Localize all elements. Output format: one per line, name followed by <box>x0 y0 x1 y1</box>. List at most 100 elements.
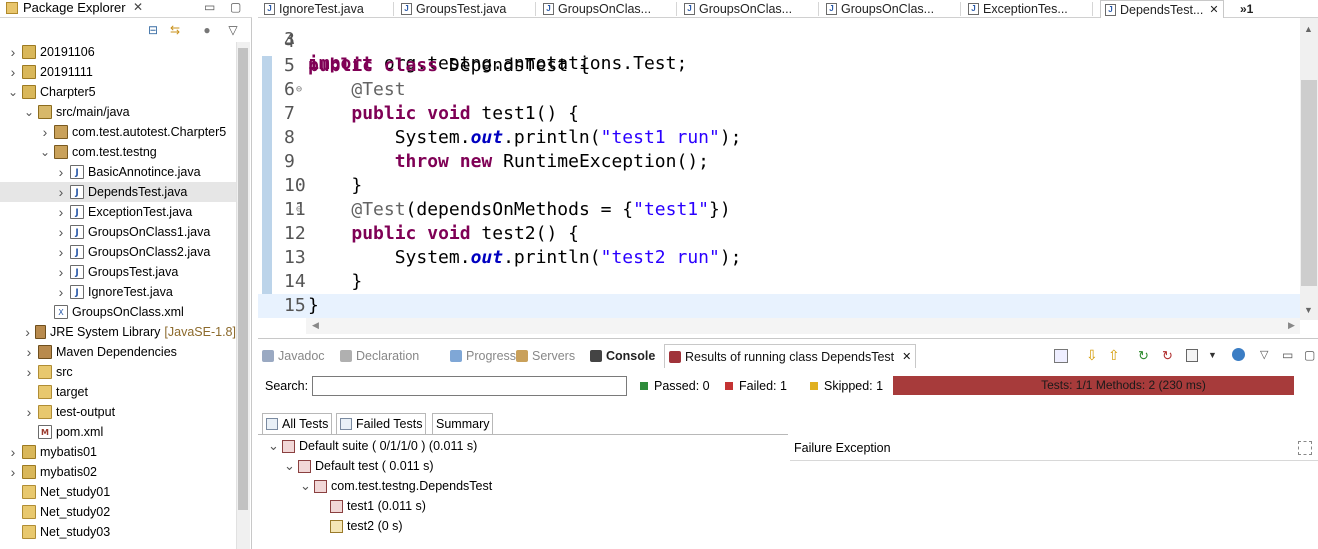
tree-item[interactable]: › J GroupsTest.java <box>0 262 236 282</box>
code-line[interactable]: 9 throw new RuntimeException(); <box>258 150 1300 174</box>
code-line[interactable]: 10 } <box>258 174 1300 198</box>
tree-item[interactable]: › J IgnoreTest.java <box>0 282 236 302</box>
chevron-down-icon[interactable]: ⌄ <box>268 436 282 456</box>
globe-icon[interactable] <box>1232 348 1245 361</box>
result-tree-item[interactable]: ⌄ Default test ( 0.011 s) <box>284 456 434 476</box>
tree-item[interactable]: › Maven Dependencies <box>0 342 236 362</box>
code-line[interactable]: 13 System.out.println("test2 run"); <box>258 246 1300 270</box>
history-dropdown-icon[interactable]: ▼ <box>1208 350 1217 360</box>
tree-item[interactable]: ⌄ src/main/java <box>0 102 236 122</box>
code-line[interactable]: 11 ⊖ @Test(dependsOnMethods = {"test1"}) <box>258 198 1300 222</box>
chevron-down-icon[interactable]: ⌄ <box>300 476 314 496</box>
previous-failure-icon[interactable]: ⇧ <box>1108 347 1120 364</box>
chevron-down-icon[interactable]: ⌄ <box>284 456 298 476</box>
tree-item[interactable]: › 20191106 <box>0 42 236 62</box>
chevron-right-icon[interactable]: › <box>8 42 18 62</box>
tree-item[interactable]: › mybatis01 <box>0 442 236 462</box>
chevron-right-icon[interactable]: › <box>24 322 31 342</box>
tree-item[interactable]: › JRE System Library [JavaSE-1.8] <box>0 322 236 342</box>
maximize-icon[interactable]: ▢ <box>230 0 241 14</box>
chevron-right-icon[interactable]: › <box>56 162 66 182</box>
chevron-right-icon[interactable]: › <box>56 282 66 302</box>
chevron-right-icon[interactable]: › <box>56 242 66 262</box>
results-subtab[interactable]: Failed Tests <box>336 413 427 434</box>
tree-item[interactable]: Mpom.xml <box>0 422 236 442</box>
scroll-left-icon[interactable]: ◀ <box>312 320 319 331</box>
copy-stack-icon[interactable] <box>1298 441 1312 455</box>
chevron-right-icon[interactable]: › <box>8 442 18 462</box>
tree-item[interactable]: › src <box>0 362 236 382</box>
code-line[interactable]: 14 } <box>258 270 1300 294</box>
focus-icon[interactable]: ● <box>200 24 214 36</box>
chevron-right-icon[interactable]: › <box>8 462 18 482</box>
results-subtab[interactable]: All Tests <box>262 413 333 434</box>
bottom-tab[interactable]: Results of running class DependsTest ✕ <box>664 344 917 369</box>
code-line[interactable]: 12 public void test2() { <box>258 222 1300 246</box>
chevron-right-icon[interactable]: › <box>56 182 66 202</box>
tree-item[interactable]: › 20191111 <box>0 62 236 82</box>
code-line[interactable]: 6 ⊖ @Test <box>258 78 1300 102</box>
scroll-down-icon[interactable]: ▼ <box>1304 305 1313 315</box>
chevron-right-icon[interactable]: › <box>56 262 66 282</box>
code-line[interactable]: 7 public void test1() { <box>258 102 1300 126</box>
code-line[interactable]: 15} <box>258 294 1300 318</box>
minimize-icon[interactable]: ▭ <box>204 0 215 14</box>
chevron-right-icon[interactable]: › <box>24 342 34 362</box>
chevron-right-icon[interactable]: › <box>56 222 66 242</box>
tree-item[interactable]: › J ExceptionTest.java <box>0 202 236 222</box>
collapse-all-icon[interactable]: ⊟ <box>146 24 160 36</box>
tree-item[interactable]: › J BasicAnnotince.java <box>0 162 236 182</box>
tree-item[interactable]: ⌄ Charpter5 <box>0 82 236 102</box>
results-subtab[interactable]: Summary <box>432 413 494 434</box>
bottom-tab[interactable]: Console <box>590 344 655 368</box>
bottom-tab[interactable]: Progress <box>450 344 516 368</box>
clear-results-icon[interactable] <box>1054 349 1068 363</box>
editor-horizontal-scrollbar[interactable] <box>306 318 1300 334</box>
tree-item[interactable]: › J GroupsOnClass1.java <box>0 222 236 242</box>
rerun-failed-icon[interactable]: ↻ <box>1162 348 1173 364</box>
tree-item[interactable]: Net_study01 <box>0 482 236 502</box>
chevron-right-icon[interactable]: › <box>24 402 34 422</box>
chevron-down-icon[interactable]: ⌄ <box>24 102 34 122</box>
code-line[interactable]: 4 <box>258 30 1300 54</box>
maximize-icon[interactable]: ▢ <box>1304 348 1315 362</box>
search-input[interactable] <box>312 376 627 396</box>
chevron-right-icon[interactable]: › <box>8 62 18 82</box>
scroll-up-icon[interactable]: ▲ <box>1304 24 1313 34</box>
chevron-down-icon[interactable]: ⌄ <box>8 82 18 102</box>
package-explorer-tab[interactable]: Package Explorer ✕ ▭ ▢ <box>0 0 252 18</box>
tree-item[interactable]: › test-output <box>0 402 236 422</box>
bottom-tab[interactable]: Declaration <box>340 344 419 368</box>
editor-vertical-scroll-thumb[interactable] <box>1301 80 1317 286</box>
rerun-icon[interactable]: ↻ <box>1138 348 1149 364</box>
tree-item[interactable]: › com.test.autotest.Charpter5 <box>0 122 236 142</box>
next-failure-icon[interactable]: ⇩ <box>1086 347 1098 364</box>
view-menu-icon[interactable]: ▽ <box>226 24 240 36</box>
chevron-down-icon[interactable]: ⌄ <box>40 142 50 162</box>
fold-toggle-icon[interactable]: ⊖ <box>296 78 302 102</box>
close-icon[interactable]: ✕ <box>902 345 911 369</box>
result-tree-item[interactable]: test2 (0 s) <box>316 516 403 536</box>
chevron-right-icon[interactable]: › <box>40 122 50 142</box>
tree-item[interactable]: › J GroupsOnClass2.java <box>0 242 236 262</box>
scroll-right-icon[interactable]: ▶ <box>1288 320 1295 331</box>
tree-item[interactable]: Net_study02 <box>0 502 236 522</box>
code-line[interactable]: 5 public class DependsTest { <box>258 54 1300 78</box>
tree-item[interactable]: X GroupsOnClass.xml <box>0 302 236 322</box>
view-menu-icon[interactable]: ▽ <box>1260 348 1268 361</box>
close-icon[interactable]: ✕ <box>133 0 143 14</box>
result-tree-item[interactable]: ⌄ Default suite ( 0/1/1/0 ) (0.011 s) <box>268 436 477 456</box>
tree-item[interactable]: Net_study03 <box>0 522 236 542</box>
result-tree-item[interactable]: test1 (0.011 s) <box>316 496 426 516</box>
tree-item[interactable]: ⌄ com.test.testng <box>0 142 236 162</box>
history-icon[interactable] <box>1186 349 1198 362</box>
result-tree-item[interactable]: ⌄ com.test.testng.DependsTest <box>300 476 492 496</box>
bottom-tab[interactable]: Servers <box>516 344 575 368</box>
fold-toggle-icon[interactable]: ⊖ <box>296 198 302 222</box>
package-explorer-scroll-thumb[interactable] <box>238 48 248 510</box>
tree-item[interactable]: › J DependsTest.java <box>0 182 236 202</box>
tree-item[interactable]: › mybatis02 <box>0 462 236 482</box>
tree-item[interactable]: target <box>0 382 236 402</box>
bottom-tab[interactable]: Javadoc <box>262 344 325 368</box>
chevron-right-icon[interactable]: › <box>24 362 34 382</box>
